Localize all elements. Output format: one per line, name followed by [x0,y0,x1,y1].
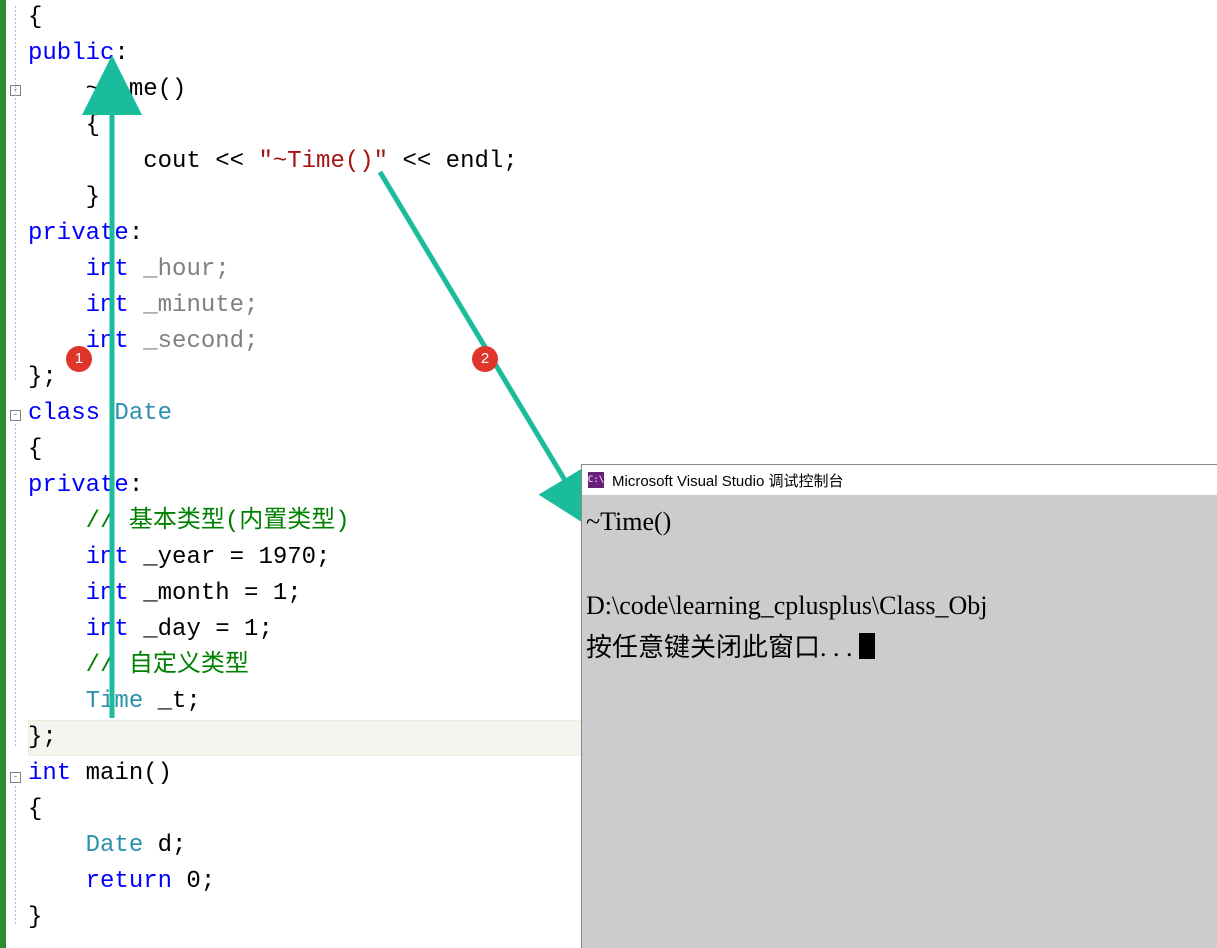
keyword-private: private [28,472,129,499]
member: _second; [129,328,259,355]
keyword-int: int [86,544,129,571]
fold-toggle-icon[interactable]: - [10,772,21,783]
keyword-return: return [86,868,172,895]
var: d; [143,832,186,859]
brace: } [86,184,100,211]
brace: } [28,904,42,931]
keyword-public: public [28,40,114,67]
keyword-class: class [28,400,100,427]
keyword-int: int [86,256,129,283]
brace: }; [28,364,57,391]
member: _minute; [129,292,259,319]
colon: : [114,40,128,67]
keyword-int: int [86,328,129,355]
console-title-text: Microsoft Visual Studio 调试控制台 [612,470,843,491]
string-literal: "~Time()" [258,148,388,175]
ret: 0; [172,868,215,895]
keyword-int: int [86,580,129,607]
comment: // 基本类型(内置类型) [86,508,350,535]
console-icon: C:\ [588,472,604,488]
destructor: ~Time() [86,76,187,103]
type-date: Date [86,832,144,859]
fold-guide [15,6,16,382]
sp [100,400,114,427]
brace: { [28,796,42,823]
annotation-badge-2: 2 [472,346,498,372]
member: _hour; [129,256,230,283]
comment: // 自定义类型 [86,652,249,679]
op: << [201,148,259,175]
keyword-private: private [28,220,129,247]
func-main: main() [71,760,172,787]
brace: { [86,112,100,139]
member: _day = 1; [129,616,273,643]
fold-gutter[interactable]: - - - [10,0,24,948]
member: _t; [143,688,201,715]
console-line: 按任意键关闭此窗口. . . [586,633,859,662]
member: _year = 1970; [129,544,331,571]
cout: cout [143,148,201,175]
console-titlebar[interactable]: C:\ Microsoft Visual Studio 调试控制台 [582,465,1217,495]
fold-guide [15,786,16,926]
console-line: ~Time() [586,507,671,536]
type-time: Time [86,688,144,715]
colon: : [129,472,143,499]
fold-toggle-icon[interactable]: - [10,410,21,421]
brace: { [28,436,42,463]
brace: }; [28,724,57,751]
endl: endl [446,148,504,175]
keyword-int: int [28,760,71,787]
debug-console-window[interactable]: C:\ Microsoft Visual Studio 调试控制台 ~Time(… [581,464,1217,948]
brace: { [28,4,42,31]
keyword-int: int [86,616,129,643]
change-bar [0,0,6,948]
console-output[interactable]: ~Time() D:\code\learning_cplusplus\Class… [582,495,1217,675]
op: << [388,148,446,175]
member: _month = 1; [129,580,302,607]
annotation-badge-1: 1 [66,346,92,372]
semi: ; [503,148,517,175]
type-date: Date [114,400,172,427]
console-line: D:\code\learning_cplusplus\Class_Obj [586,591,988,620]
colon: : [129,220,143,247]
cursor-icon [859,633,875,659]
keyword-int: int [86,292,129,319]
fold-guide [15,424,16,748]
